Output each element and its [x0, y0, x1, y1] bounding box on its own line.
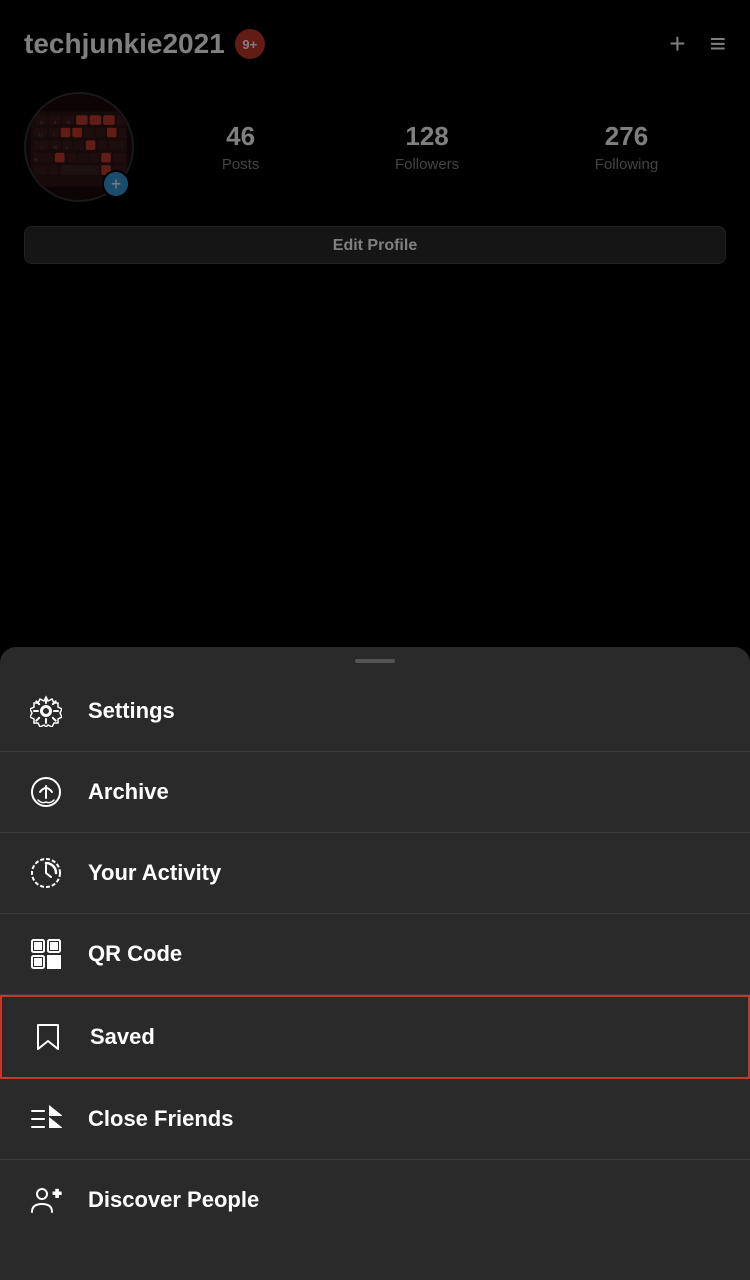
menu-item-settings[interactable]: Settings [0, 671, 750, 752]
menu-item-activity[interactable]: Your Activity [0, 833, 750, 914]
bookmark-icon [30, 1019, 66, 1055]
handle-bar [355, 659, 395, 663]
gear-icon [28, 693, 64, 729]
archive-label: Archive [88, 779, 169, 805]
discover-icon: + [28, 1182, 64, 1218]
menu-item-saved[interactable]: Saved [0, 995, 750, 1079]
activity-label: Your Activity [88, 860, 221, 886]
qr-label: QR Code [88, 941, 182, 967]
svg-text:+: + [53, 1185, 61, 1201]
discover-label: Discover People [88, 1187, 259, 1213]
menu-item-qr[interactable]: QR Code [0, 914, 750, 995]
settings-label: Settings [88, 698, 175, 724]
close-friends-icon [28, 1101, 64, 1137]
qr-icon [28, 936, 64, 972]
menu-item-discover[interactable]: + Discover People [0, 1160, 750, 1240]
menu-item-close-friends[interactable]: Close Friends [0, 1079, 750, 1160]
archive-icon [28, 774, 64, 810]
activity-icon [28, 855, 64, 891]
bottom-sheet: Settings Archive Your Activity [0, 647, 750, 1280]
menu-item-archive[interactable]: Archive [0, 752, 750, 833]
saved-label: Saved [90, 1024, 155, 1050]
close-friends-label: Close Friends [88, 1106, 233, 1132]
sheet-handle [0, 647, 750, 671]
